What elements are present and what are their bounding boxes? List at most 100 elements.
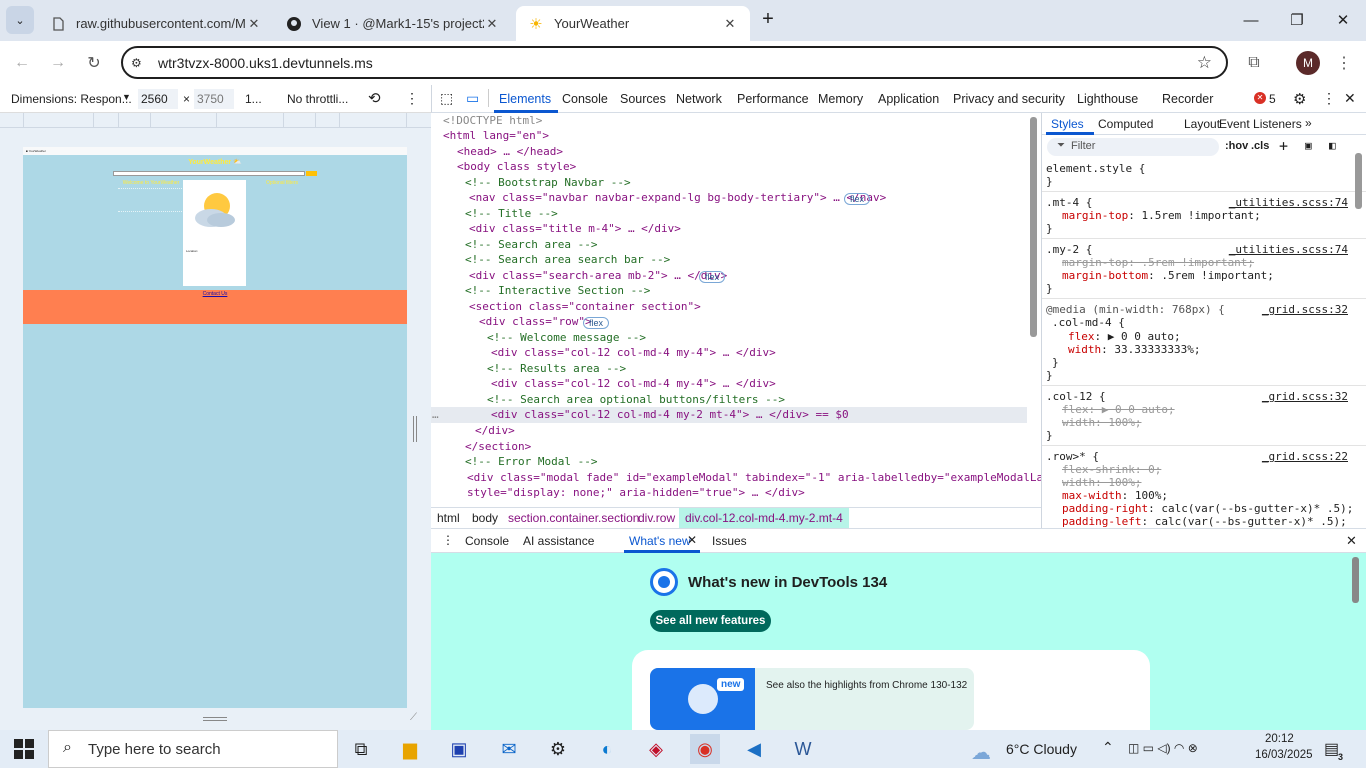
dom-line[interactable]: <!-- Results area --> bbox=[487, 361, 626, 376]
dom-line[interactable]: <section class="container section"> bbox=[469, 299, 701, 314]
weather-text[interactable]: 6°C Cloudy bbox=[1006, 741, 1077, 757]
dom-line[interactable]: style="display: none;" aria-hidden="true… bbox=[467, 485, 805, 500]
css-overridden[interactable]: flex-shrink: 0; bbox=[1062, 463, 1161, 476]
tab-console[interactable]: Console bbox=[562, 92, 608, 106]
cls-button[interactable]: .cls bbox=[1251, 140, 1269, 152]
height-input[interactable]: 3750 bbox=[194, 89, 234, 109]
tab-computed[interactable]: Computed bbox=[1098, 117, 1153, 131]
drawer-tab-issues[interactable]: Issues bbox=[712, 534, 747, 548]
dom-line[interactable]: <div class="col-12 col-md-4 my-4"> … </d… bbox=[491, 376, 776, 391]
address-bar[interactable]: ⚙ wtr3tvzx-8000.uks1.devtunnels.ms ☆ bbox=[121, 46, 1228, 79]
css-overridden[interactable]: flex: ▶ 0 0 auto; bbox=[1062, 403, 1175, 416]
minimize-button[interactable]: — bbox=[1228, 0, 1274, 40]
resize-corner-icon[interactable]: ⟋ bbox=[410, 712, 417, 723]
outlook-icon[interactable]: ✉ bbox=[494, 734, 524, 764]
tray-icons[interactable]: ◫ ▭ ◁) ◠ ⊗ bbox=[1128, 741, 1198, 755]
gear-icon[interactable]: ⚙ bbox=[1293, 90, 1306, 108]
dom-line[interactable]: <!DOCTYPE html> bbox=[443, 113, 542, 128]
close-window-button[interactable]: ✕ bbox=[1320, 0, 1366, 40]
media-query-ruler[interactable] bbox=[0, 113, 431, 128]
scrollbar[interactable] bbox=[1030, 117, 1037, 337]
css-overridden[interactable]: margin-top: .5rem !important; bbox=[1062, 256, 1254, 269]
width-input[interactable]: 2560 bbox=[138, 89, 178, 109]
dimensions-select[interactable]: Dimensions: Respon... bbox=[11, 92, 132, 106]
video-thumbnail[interactable]: new bbox=[650, 668, 755, 730]
tab-application[interactable]: Application bbox=[878, 92, 939, 106]
highlights-text[interactable]: See also the highlights from Chrome 130-… bbox=[766, 680, 967, 691]
breadcrumb-body[interactable]: body bbox=[472, 511, 498, 525]
chrome-icon[interactable]: ◉ bbox=[690, 734, 720, 764]
source-link[interactable]: _grid.scss:22 bbox=[1262, 450, 1348, 463]
source-link[interactable]: _utilities.scss:74 bbox=[1229, 243, 1348, 256]
restore-button[interactable]: ❐ bbox=[1274, 0, 1320, 40]
tab-layout[interactable]: Layout bbox=[1184, 117, 1220, 131]
flex-badge[interactable]: flex bbox=[844, 193, 871, 205]
rule-selector[interactable]: .mt-4 { bbox=[1046, 196, 1092, 209]
close-devtools-icon[interactable]: ✕ bbox=[1344, 90, 1356, 107]
rule-element-style[interactable]: element.style { bbox=[1046, 162, 1145, 175]
close-icon[interactable]: ✕ bbox=[687, 533, 697, 547]
scrollbar[interactable] bbox=[1352, 557, 1359, 603]
taskbar-search-box[interactable]: ⌕ Type here to search bbox=[48, 730, 338, 768]
breadcrumb-current[interactable]: div.col-12.col-md-4.my-2.mt-4 bbox=[679, 508, 849, 528]
styles-filter-input[interactable]: ⏷ Filter bbox=[1047, 138, 1219, 156]
vscode-icon[interactable]: ◀ bbox=[739, 734, 769, 764]
css-value[interactable]: : 33.33333333%; bbox=[1101, 343, 1200, 356]
kebab-menu-icon[interactable]: ⋮ bbox=[405, 90, 419, 107]
css-value[interactable]: : ▶ 0 0 auto; bbox=[1095, 330, 1181, 343]
css-prop[interactable]: margin-bottom bbox=[1062, 269, 1148, 282]
kebab-menu-icon[interactable]: ⋮ bbox=[1322, 90, 1336, 107]
paint-icon[interactable]: ▣ bbox=[1305, 139, 1312, 152]
css-prop[interactable]: padding-right bbox=[1062, 502, 1148, 515]
source-link[interactable]: _grid.scss:32 bbox=[1262, 390, 1348, 403]
mcafee-icon[interactable]: ◈ bbox=[641, 734, 671, 764]
tab-elements[interactable]: Elements bbox=[499, 92, 551, 106]
dom-line[interactable]: <nav class="navbar navbar-expand-lg bg-b… bbox=[469, 190, 886, 205]
dom-line[interactable]: <!-- Search area search bar --> bbox=[465, 252, 670, 267]
tab-lighthouse[interactable]: Lighthouse bbox=[1077, 92, 1138, 106]
rule-selector[interactable]: .col-12 { bbox=[1046, 390, 1106, 403]
see-all-features-button[interactable]: See all new features bbox=[650, 610, 771, 632]
close-icon[interactable]: ✕ bbox=[484, 16, 500, 32]
dom-line[interactable]: <div class="title m-4"> … </div> bbox=[469, 221, 681, 236]
inspect-icon[interactable]: ⬚ bbox=[440, 90, 453, 107]
windows-start-icon[interactable] bbox=[14, 739, 34, 762]
css-overridden[interactable]: width: 100%; bbox=[1062, 416, 1141, 429]
css-value[interactable]: : .5rem !important; bbox=[1148, 269, 1274, 282]
dom-line-selected[interactable]: <div class="col-12 col-md-4 my-2 mt-4"> … bbox=[491, 407, 849, 422]
highlights-link[interactable]: new See also the highlights from Chrome … bbox=[650, 668, 974, 730]
rule-selector[interactable]: .col-md-4 { bbox=[1052, 316, 1125, 329]
task-view-icon[interactable]: ⧉ bbox=[346, 734, 376, 764]
flex-badge[interactable]: flex bbox=[583, 317, 610, 329]
css-value[interactable]: : 1.5rem !important; bbox=[1128, 209, 1260, 222]
file-explorer-icon[interactable]: ▆ bbox=[395, 734, 425, 764]
url-text[interactable]: wtr3tvzx-8000.uks1.devtunnels.ms bbox=[158, 55, 373, 71]
close-icon[interactable]: ✕ bbox=[722, 16, 738, 32]
dom-line[interactable]: <!-- Bootstrap Navbar --> bbox=[465, 175, 631, 190]
error-icon[interactable]: ✕ bbox=[1254, 92, 1266, 104]
close-drawer-icon[interactable]: ✕ bbox=[1346, 533, 1357, 549]
tab-search-button[interactable]: ⌄ bbox=[6, 6, 34, 34]
sidebar-toggle-icon[interactable]: ◧ bbox=[1329, 139, 1336, 152]
tab-performance[interactable]: Performance bbox=[737, 92, 809, 106]
extensions-button[interactable]: ⧉ bbox=[1242, 51, 1266, 75]
tab-raw-github[interactable]: raw.githubusercontent.com/Ma ✕ bbox=[38, 6, 274, 41]
device-toggle-icon[interactable]: ▭ bbox=[466, 90, 479, 107]
clock-date[interactable]: 16/03/2025 bbox=[1255, 749, 1313, 761]
rule-selector[interactable]: .my-2 { bbox=[1046, 243, 1092, 256]
throttle-select[interactable]: No throttli... bbox=[287, 92, 348, 106]
css-prop[interactable]: flex bbox=[1068, 330, 1095, 343]
dom-line[interactable]: <!-- Search area --> bbox=[465, 237, 597, 252]
dom-line[interactable]: <!-- Error Modal --> bbox=[465, 454, 597, 469]
breadcrumb-row[interactable]: div.row bbox=[638, 511, 675, 525]
kebab-menu-icon[interactable]: ⋮ bbox=[442, 533, 454, 547]
dom-line[interactable]: <div class="row"> bbox=[479, 314, 592, 329]
dom-line[interactable]: <div class="col-12 col-md-4 my-4"> … </d… bbox=[491, 345, 776, 360]
ellipsis-icon[interactable]: … bbox=[432, 407, 439, 422]
word-icon[interactable]: W bbox=[788, 734, 818, 764]
css-prop[interactable]: max-width bbox=[1062, 489, 1122, 502]
zoom-select[interactable]: 1... bbox=[245, 92, 262, 106]
tab-memory[interactable]: Memory bbox=[818, 92, 863, 106]
star-icon[interactable]: ☆ bbox=[1197, 53, 1212, 73]
site-info-icon[interactable]: ⚙ bbox=[131, 56, 147, 70]
